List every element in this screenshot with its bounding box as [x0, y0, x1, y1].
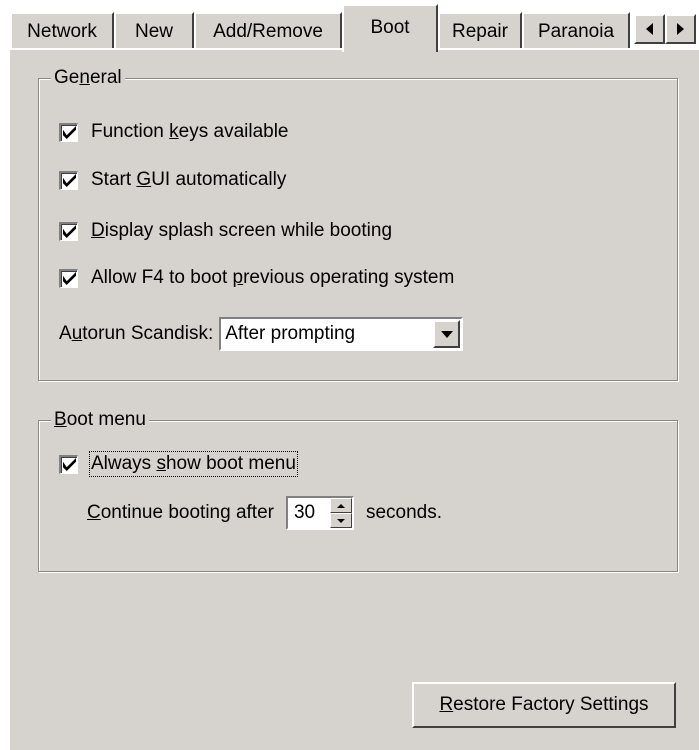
- splash-screen-label: Display splash screen while booting: [91, 220, 393, 241]
- spinner-down-button[interactable]: [329, 513, 352, 528]
- allow-f4-label: Allow F4 to boot previous operating syst…: [91, 267, 455, 288]
- tab-paranoia[interactable]: Paranoia: [522, 12, 630, 50]
- boot-menu-groupbox: Boot menu Always show boot menu Continue…: [38, 408, 678, 572]
- always-show-boot-menu-label: Always show boot menu: [89, 451, 298, 477]
- tab-repair[interactable]: Repair: [438, 12, 522, 50]
- checkmark-icon: [62, 272, 76, 285]
- continue-booting-row: Continue booting after 30 seconds.: [87, 496, 442, 530]
- autorun-scandisk-select[interactable]: After prompting: [219, 317, 464, 351]
- checkmark-icon: [62, 458, 76, 471]
- start-gui-checkbox[interactable]: [59, 170, 78, 190]
- tab-new[interactable]: New: [114, 12, 194, 50]
- autorun-scandisk-row: Autorun Scandisk: After prompting: [59, 317, 464, 351]
- checkmark-icon: [62, 225, 76, 238]
- autorun-scandisk-label: Autorun Scandisk:: [59, 323, 214, 344]
- general-groupbox: General Function keys available Start GU…: [38, 66, 678, 381]
- start-gui-option[interactable]: Start GUI automatically: [59, 169, 286, 191]
- function-keys-label: Function keys available: [91, 121, 289, 142]
- checkmark-icon: [62, 126, 76, 139]
- autorun-scandisk-value: After prompting: [225, 323, 356, 344]
- always-show-boot-menu-checkbox[interactable]: [59, 454, 78, 474]
- general-group-title: General: [51, 66, 125, 90]
- seconds-label: seconds.: [365, 502, 443, 523]
- tab-scroll-left-button[interactable]: [634, 14, 665, 44]
- continue-booting-label: Continue booting after: [87, 502, 274, 523]
- boot-delay-value: 30: [293, 502, 316, 523]
- tab-scroll-right-button[interactable]: [665, 14, 696, 44]
- always-show-boot-menu-option[interactable]: Always show boot menu: [59, 451, 298, 477]
- boot-menu-group-title: Boot menu: [51, 408, 149, 432]
- tab-strip: Network New Add/Remove Boot Repair Paran…: [0, 0, 699, 52]
- spinner-up-button[interactable]: [329, 498, 352, 513]
- restore-factory-settings-button[interactable]: Restore Factory Settings: [412, 682, 676, 728]
- splash-screen-checkbox[interactable]: [59, 221, 78, 241]
- dropdown-button[interactable]: [433, 320, 461, 348]
- checkmark-icon: [62, 174, 76, 187]
- tab-boot[interactable]: Boot: [342, 4, 438, 52]
- arrow-down-icon: [336, 518, 345, 523]
- arrow-left-icon: [646, 23, 653, 35]
- arrow-up-icon: [336, 503, 345, 508]
- function-keys-option[interactable]: Function keys available: [59, 121, 289, 143]
- restore-factory-settings-label: Restore Factory Settings: [439, 694, 649, 715]
- chevron-down-icon: [440, 330, 453, 338]
- tab-panel-boot: General Function keys available Start GU…: [8, 48, 699, 750]
- arrow-right-icon: [677, 23, 684, 35]
- allow-f4-checkbox[interactable]: [59, 268, 78, 288]
- boot-delay-spinner[interactable]: 30: [285, 496, 354, 530]
- tab-network[interactable]: Network: [10, 12, 114, 50]
- start-gui-label: Start GUI automatically: [91, 169, 287, 190]
- spinner-buttons: [329, 498, 352, 528]
- allow-f4-option[interactable]: Allow F4 to boot previous operating syst…: [59, 267, 454, 289]
- function-keys-checkbox[interactable]: [59, 122, 78, 142]
- tab-add-remove[interactable]: Add/Remove: [194, 12, 342, 50]
- splash-screen-option[interactable]: Display splash screen while booting: [59, 220, 392, 242]
